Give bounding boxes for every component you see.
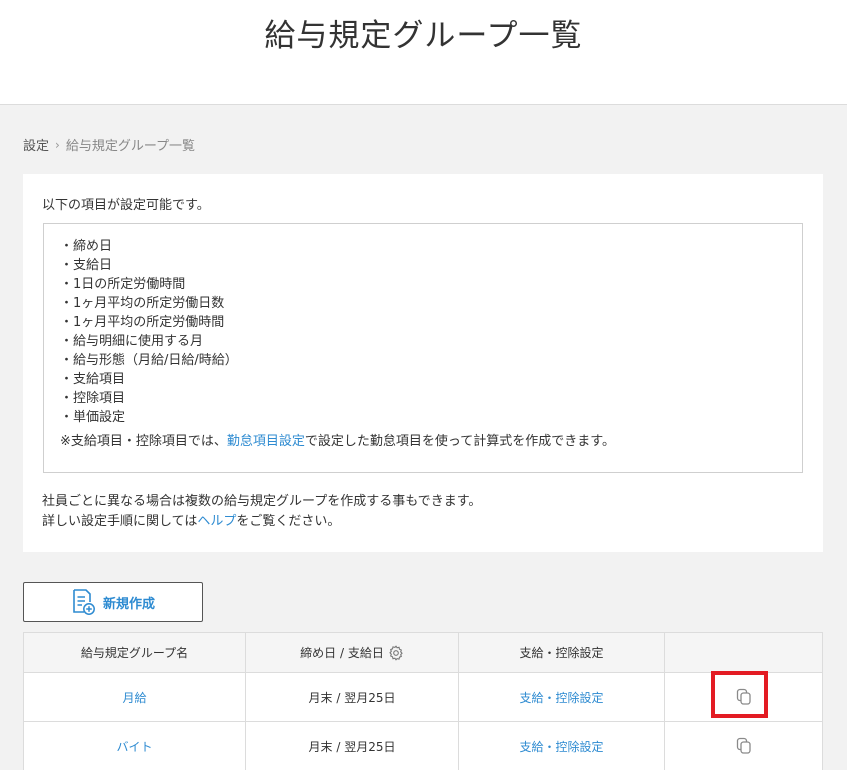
outro-line-2: 詳しい設定手順に関してはヘルプをご覧ください。 xyxy=(42,512,481,532)
page-header: 給与規定グループ一覧 xyxy=(0,0,847,105)
note-suffix: で設定した勤怠項目を使って計算式を作成できます。 xyxy=(304,434,615,449)
info-panel: 以下の項目が設定可能です。 ・締め日 ・支給日 ・1日の所定労働時間 ・1ヶ月平… xyxy=(23,174,823,552)
outro-text: 社員ごとに異なる場合は複数の給与規定グループを作成する事もできます。 詳しい設定… xyxy=(42,492,481,532)
attendance-settings-link[interactable]: 勤怠項目設定 xyxy=(227,434,305,449)
list-item: ・1ヶ月平均の所定労働日数 xyxy=(60,296,225,311)
note-text: ※支給項目・控除項目では、勤怠項目設定で設定した勤怠項目を使って計算式を作成でき… xyxy=(60,432,802,451)
group-name-cell: 月給 xyxy=(24,673,245,721)
breadcrumb-current: 給与規定グループ一覧 xyxy=(65,139,196,154)
group-name-link[interactable]: 月給 xyxy=(122,689,146,706)
list-item: ・給与形態（月給/日給/時給） xyxy=(60,353,238,368)
list-item: ・給与明細に使用する月 xyxy=(60,334,204,349)
pay-deduction-settings-link[interactable]: 支給・控除設定 xyxy=(519,738,603,755)
note-prefix: ※支給項目・控除項目では、 xyxy=(60,434,227,449)
list-item: ・1ヶ月平均の所定労働時間 xyxy=(60,315,225,330)
copy-icon[interactable] xyxy=(736,737,752,755)
breadcrumb-settings[interactable]: 設定 xyxy=(23,135,49,154)
table-row: バイト 月末 / 翌月25日 支給・控除設定 xyxy=(24,721,822,770)
list-item: ・控除項目 xyxy=(60,391,126,406)
group-name-cell: バイト xyxy=(24,722,245,770)
help-link[interactable]: ヘルプ xyxy=(197,514,236,529)
settable-items-list: ・締め日 ・支給日 ・1日の所定労働時間 ・1ヶ月平均の所定労働日数 ・1ヶ月平… xyxy=(60,237,802,427)
actions-cell xyxy=(664,673,822,721)
breadcrumb-separator: › xyxy=(55,137,60,152)
outro-line-2-prefix: 詳しい設定手順に関しては xyxy=(42,514,198,529)
dates-cell: 月末 / 翌月25日 xyxy=(245,673,458,721)
copy-icon[interactable] xyxy=(736,688,752,706)
column-header-group-name: 給与規定グループ名 xyxy=(80,646,189,660)
page-title: 給与規定グループ一覧 xyxy=(264,18,583,54)
gear-icon[interactable] xyxy=(388,644,404,661)
list-item: ・単価設定 xyxy=(60,410,126,425)
settings-cell: 支給・控除設定 xyxy=(458,722,664,770)
intro-text: 以下の項目が設定可能です。 xyxy=(42,198,210,213)
settable-items-box: ・締め日 ・支給日 ・1日の所定労働時間 ・1ヶ月平均の所定労働日数 ・1ヶ月平… xyxy=(43,223,803,473)
column-header-settings: 支給・控除設定 xyxy=(458,633,664,672)
new-create-label: 新規作成 xyxy=(102,596,155,612)
new-document-icon xyxy=(71,588,97,616)
column-header-actions xyxy=(664,633,822,672)
pay-deduction-settings-link[interactable]: 支給・控除設定 xyxy=(519,689,603,706)
column-header-dates-label: 締め日 / 支給日 xyxy=(300,646,384,660)
group-name-link[interactable]: バイト xyxy=(116,738,152,755)
salary-group-table: 給与規定グループ名 締め日 / 支給日 支給・控除設定 月給 月末 / 翌月25… xyxy=(23,632,823,770)
list-item: ・1日の所定労働時間 xyxy=(60,277,186,292)
dates-cell: 月末 / 翌月25日 xyxy=(245,722,458,770)
list-item: ・支給日 xyxy=(60,258,113,273)
settings-cell: 支給・控除設定 xyxy=(458,673,664,721)
actions-cell xyxy=(664,722,822,770)
outro-line-1: 社員ごとに異なる場合は複数の給与規定グループを作成する事もできます。 xyxy=(42,494,482,509)
list-item: ・支給項目 xyxy=(60,372,126,387)
column-header-dates: 締め日 / 支給日 xyxy=(245,633,458,672)
outro-line-2-suffix: をご覧ください。 xyxy=(236,514,341,529)
list-item: ・締め日 xyxy=(60,239,113,254)
table-header-row: 給与規定グループ名 締め日 / 支給日 支給・控除設定 xyxy=(24,633,822,672)
table-row: 月給 月末 / 翌月25日 支給・控除設定 xyxy=(24,672,822,721)
new-create-button[interactable]: 新規作成 xyxy=(23,582,203,622)
breadcrumb: 設定 › 給与規定グループ一覧 xyxy=(23,135,196,155)
